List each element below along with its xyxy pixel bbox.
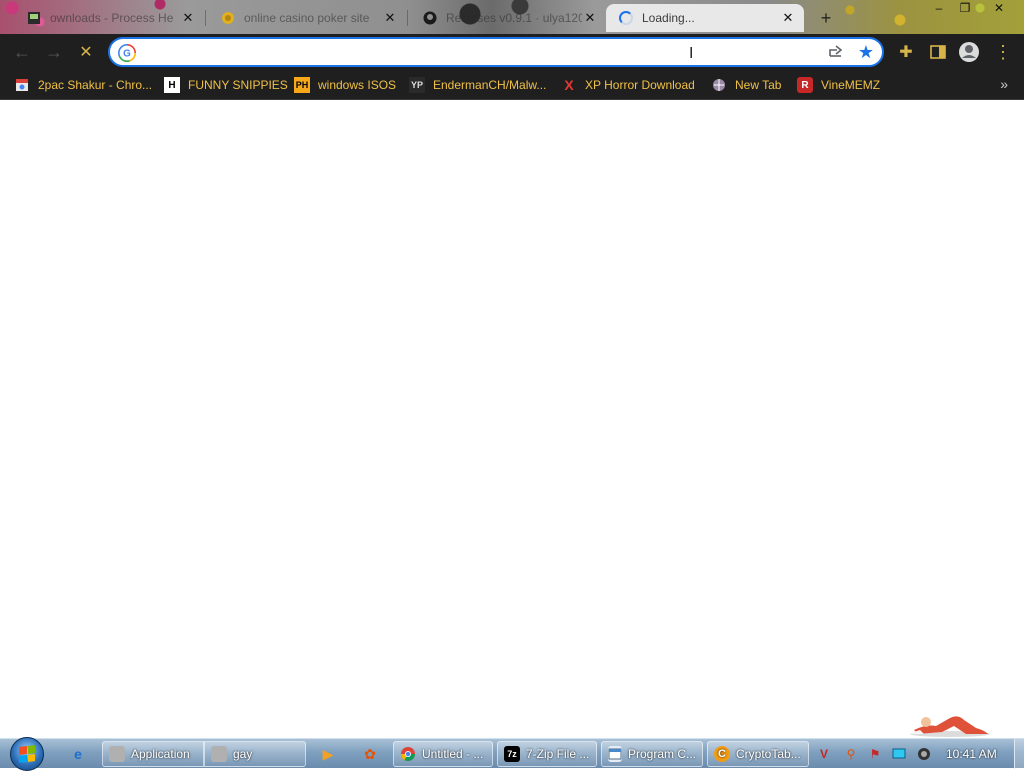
taskbar-item-chrome[interactable]: Untitled - ...	[393, 741, 493, 767]
bookmark-item[interactable]: YP EndermanCH/Malw...	[409, 76, 546, 94]
bookmark-item[interactable]: 2pac Shakur - Chro...	[14, 76, 152, 94]
tab-separator	[205, 10, 206, 26]
tab-title: Releases v0.9.1 · ulya120	[446, 11, 582, 25]
tab-github-releases[interactable]: Releases v0.9.1 · ulya120 ✕	[410, 4, 606, 32]
bookmarks-bar: 2pac Shakur - Chro... H FUNNY SNIPPIES P…	[0, 70, 1024, 100]
page-content-blank[interactable]	[0, 101, 1024, 738]
tab-process-hacker[interactable]: ownloads - Process He ✕	[14, 4, 204, 32]
bookmark-star-icon[interactable]: ★	[858, 42, 874, 63]
minimize-button[interactable]: –	[926, 0, 952, 16]
cryptotab-icon: C	[714, 746, 730, 762]
google-icon	[118, 44, 136, 62]
side-panel-icon[interactable]	[927, 41, 949, 63]
h-logo-icon: H	[164, 77, 180, 93]
search-tray-icon[interactable]: ⚲	[843, 746, 859, 762]
tab-separator	[407, 10, 408, 26]
casino-coin-icon	[220, 10, 236, 26]
back-button[interactable]: ←	[10, 40, 34, 64]
tab-title: ownloads - Process He	[50, 11, 174, 25]
close-tab-icon[interactable]: ✕	[180, 10, 196, 26]
tab-casino[interactable]: online casino poker site ✕	[208, 4, 406, 32]
taskbar-item-7zip[interactable]: 7z 7-Zip File ...	[497, 741, 597, 767]
r-logo-icon: R	[797, 77, 813, 93]
taskbar-clock[interactable]: 10:41 AM	[946, 747, 997, 761]
7zip-icon: 7z	[504, 746, 520, 762]
forward-button[interactable]: →	[42, 40, 66, 64]
internet-explorer-icon[interactable]: e	[68, 744, 88, 764]
media-player-icon[interactable]: ▶	[318, 744, 338, 764]
bookmark-item[interactable]: PH windows ISOS	[294, 76, 396, 94]
x-logo-icon: X	[564, 77, 574, 93]
taskbar-item-cryptotab[interactable]: C CryptoTab...	[707, 741, 809, 767]
start-button[interactable]	[10, 737, 44, 771]
bookmark-item[interactable]: X XP Horror Download	[561, 76, 695, 94]
tab-strip: ownloads - Process He ✕ online casino po…	[0, 0, 1024, 34]
extensions-puzzle-icon[interactable]: ✚	[895, 41, 917, 63]
volume-tray-icon[interactable]	[916, 746, 932, 762]
globe-icon	[711, 77, 727, 93]
desktop-sprite-figure	[908, 716, 990, 737]
new-tab-button[interactable]: +	[816, 8, 836, 28]
taskbar-item-application[interactable]: Application	[102, 741, 204, 767]
close-tab-icon[interactable]: ✕	[382, 10, 398, 26]
maximize-button[interactable]: ❐	[952, 0, 978, 16]
process-hacker-icon	[26, 10, 42, 26]
network-tray-icon[interactable]	[891, 746, 907, 762]
app-icon	[109, 746, 125, 762]
close-tab-icon[interactable]: ✕	[582, 10, 598, 26]
windows-taskbar: e Application gay ▶ ✿ Untitled - ... 7z …	[0, 737, 1024, 771]
loading-spinner-icon	[618, 10, 634, 26]
profile-avatar-icon[interactable]	[958, 41, 980, 63]
antivirus-tray-icon[interactable]: V	[816, 746, 832, 762]
chrome-web-store-icon	[14, 77, 30, 93]
ph-logo-icon: PH	[294, 77, 310, 93]
yp-logo-icon: YP	[409, 77, 425, 93]
browser-toolbar: ← → ✕ ★ ✚ ⋮	[0, 34, 1024, 70]
flag-tray-icon[interactable]: ⚑	[867, 746, 883, 762]
control-panel-icon	[608, 746, 622, 762]
stop-loading-button[interactable]: ✕	[74, 40, 98, 64]
bookmark-item[interactable]: New Tab	[711, 76, 781, 94]
close-tab-icon[interactable]: ✕	[780, 10, 796, 26]
text-cursor-icon: I	[689, 44, 694, 62]
chrome-menu-icon[interactable]: ⋮	[992, 41, 1014, 63]
taskbar-item-gay[interactable]: gay	[204, 741, 306, 767]
taskbar-item-program-compat[interactable]: Program C...	[601, 741, 703, 767]
tab-loading-active[interactable]: Loading... ✕	[606, 4, 804, 32]
bookmark-item[interactable]: R VineMEMZ	[797, 76, 880, 94]
chrome-icon	[400, 746, 416, 762]
address-bar[interactable]: ★	[108, 37, 884, 67]
bookmark-item[interactable]: H FUNNY SNIPPIES	[164, 76, 288, 94]
share-icon[interactable]	[828, 44, 844, 62]
bookmarks-overflow-button[interactable]: »	[1000, 76, 1008, 92]
github-icon	[422, 10, 438, 26]
windows-logo-icon	[19, 745, 35, 763]
tab-title: Loading...	[642, 11, 695, 25]
close-window-button[interactable]: ✕	[986, 0, 1012, 16]
address-input[interactable]	[142, 43, 792, 63]
tab-title: online casino poker site	[244, 11, 370, 25]
show-desktop-button[interactable]	[1014, 739, 1024, 769]
colorful-app-icon[interactable]: ✿	[360, 744, 380, 764]
app-icon	[211, 746, 227, 762]
